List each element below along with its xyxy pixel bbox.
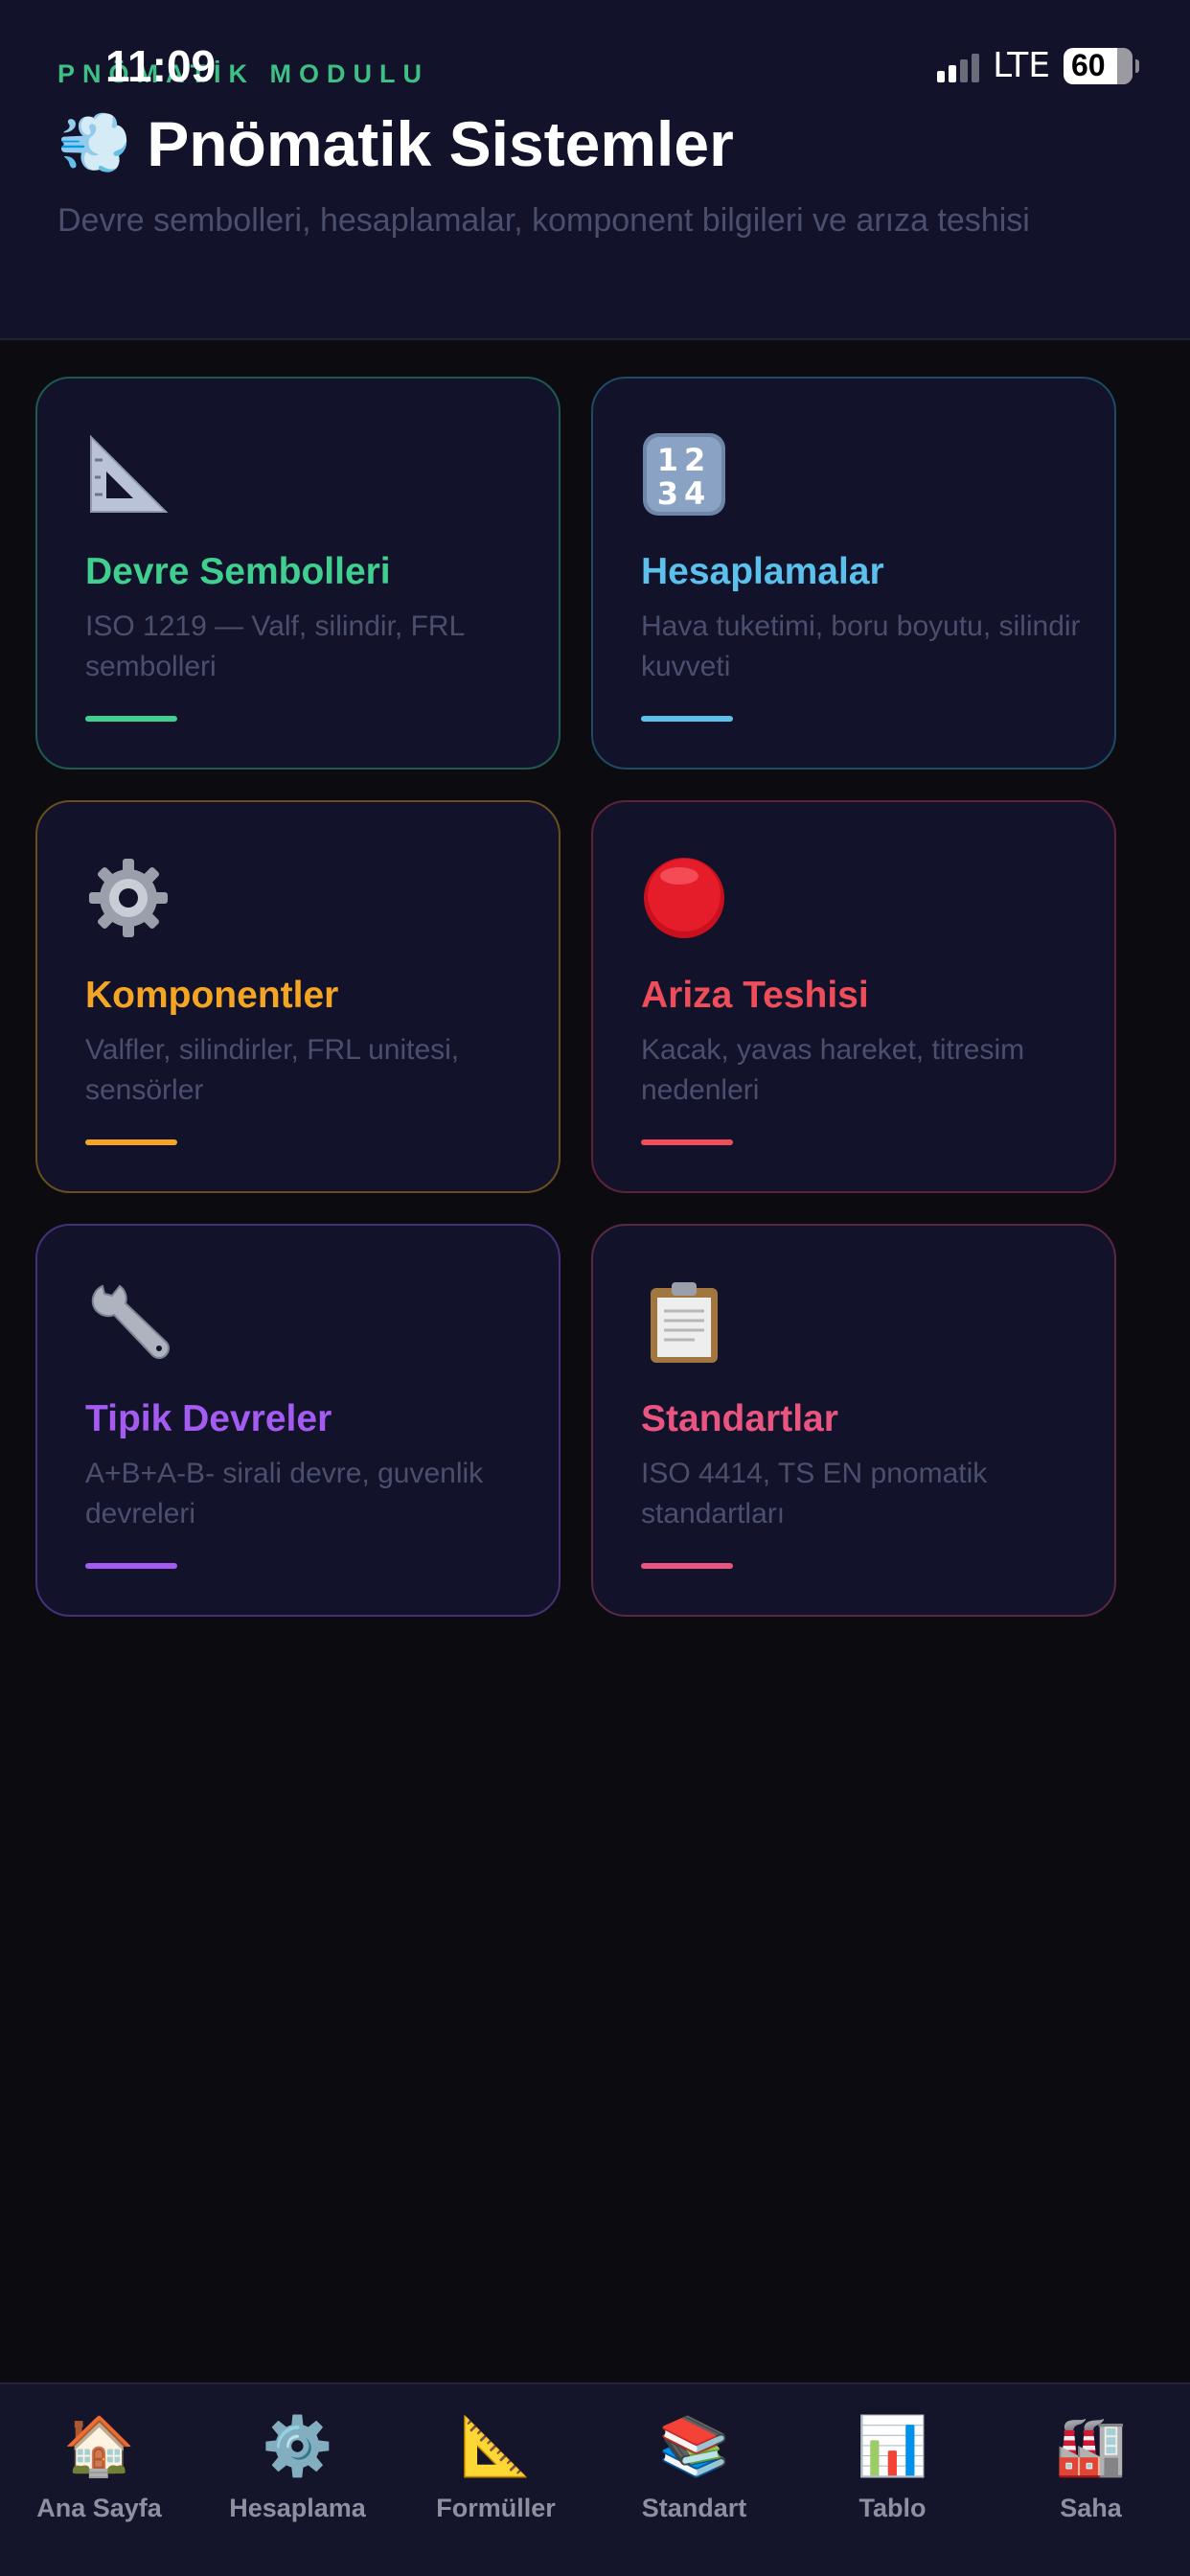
factory-icon: 🏭 bbox=[1055, 2414, 1127, 2478]
triangle-ruler-icon bbox=[90, 434, 169, 513]
svg-text:34: 34 bbox=[657, 475, 712, 512]
card-title: Devre Sembolleri bbox=[85, 551, 391, 592]
status-indicators: LTE 60 bbox=[937, 46, 1139, 85]
bar-chart-icon: 📊 bbox=[857, 2414, 928, 2478]
gear-icon bbox=[89, 859, 168, 937]
card-accent-bar bbox=[85, 716, 177, 722]
nav-label: Ana Sayfa bbox=[36, 2494, 162, 2522]
card-standartlar[interactable]: Standartlar ISO 4414, TS EN pnomatik sta… bbox=[591, 1224, 1116, 1617]
clipboard-icon bbox=[651, 1282, 718, 1363]
nav-item-saha[interactable]: 🏭 Saha bbox=[992, 2384, 1190, 2576]
bottom-nav: 🏠 Ana Sayfa ⚙️ Hesaplama 📐 Formüller 📚 S… bbox=[0, 2382, 1190, 2576]
triangle-ruler-icon: 📐 bbox=[460, 2414, 532, 2478]
svg-text:12: 12 bbox=[657, 442, 712, 478]
card-title: Hesaplamalar bbox=[641, 551, 884, 592]
nav-item-hesaplama[interactable]: ⚙️ Hesaplama bbox=[198, 2384, 397, 2576]
card-accent-bar bbox=[641, 1563, 733, 1569]
header: PNÖMATİK MODULU 11:09 LTE 60 💨 Pnömatik … bbox=[0, 0, 1190, 340]
screen: PNÖMATİK MODULU 11:09 LTE 60 💨 Pnömatik … bbox=[0, 0, 1190, 2576]
nav-item-ana-sayfa[interactable]: 🏠 Ana Sayfa bbox=[0, 2384, 198, 2576]
page-subtitle: Devre sembolleri, hesaplamalar, komponen… bbox=[57, 202, 1030, 239]
wrench-icon bbox=[91, 1284, 170, 1359]
nav-label: Saha bbox=[1060, 2494, 1122, 2522]
card-accent-bar bbox=[85, 1139, 177, 1145]
card-tipik-devreler[interactable]: Tipik Devreler A+B+A-B- sirali devre, gu… bbox=[35, 1224, 561, 1617]
dash-wind-icon: 💨 bbox=[57, 110, 132, 176]
nav-label: Standart bbox=[641, 2494, 747, 2522]
house-icon: 🏠 bbox=[63, 2414, 135, 2478]
red-circle-icon bbox=[644, 858, 724, 938]
card-devre-sembolleri[interactable]: Devre Sembolleri ISO 1219 — Valf, silind… bbox=[35, 377, 561, 770]
battery-icon: 60 bbox=[1064, 47, 1139, 84]
nav-label: Formüller bbox=[436, 2494, 556, 2522]
status-time: 11:09 bbox=[105, 41, 217, 91]
card-hesaplamalar[interactable]: 12 34 Hesaplamalar Hava tuketimi, boru b… bbox=[591, 377, 1116, 770]
card-komponentler[interactable]: Komponentler Valfler, silindirler, FRL u… bbox=[35, 800, 561, 1193]
nav-item-standart[interactable]: 📚 Standart bbox=[595, 2384, 793, 2576]
network-type: LTE bbox=[993, 46, 1050, 85]
card-description: A+B+A-B- sirali devre, guvenlik devreler… bbox=[85, 1458, 484, 1530]
card-description: Valfler, silindirler, FRL unitesi, sensö… bbox=[85, 1034, 460, 1106]
gear-icon: ⚙️ bbox=[262, 2414, 333, 2478]
card-title: Standartlar bbox=[641, 1398, 838, 1439]
signal-icon bbox=[937, 50, 980, 82]
books-icon: 📚 bbox=[658, 2414, 730, 2478]
nav-item-tablo[interactable]: 📊 Tablo bbox=[793, 2384, 992, 2576]
nav-item-formuller[interactable]: 📐 Formüller bbox=[397, 2384, 595, 2576]
battery-empty-portion bbox=[1117, 47, 1133, 84]
card-description: Kacak, yavas hareket, titresim nedenleri bbox=[641, 1034, 1025, 1106]
nav-label: Hesaplama bbox=[229, 2494, 366, 2522]
nav-label: Tablo bbox=[858, 2494, 927, 2522]
card-accent-bar bbox=[641, 1139, 733, 1145]
page-title: Pnömatik Sistemler bbox=[147, 108, 734, 179]
card-ariza-teshisi[interactable]: Ariza Teshisi Kacak, yavas hareket, titr… bbox=[591, 800, 1116, 1193]
card-accent-bar bbox=[641, 716, 733, 722]
card-title: Tipik Devreler bbox=[85, 1398, 332, 1439]
card-accent-bar bbox=[85, 1563, 177, 1569]
card-description: ISO 4414, TS EN pnomatik standartları bbox=[641, 1458, 988, 1530]
page-title-row: 💨 Pnömatik Sistemler bbox=[57, 107, 734, 180]
card-title: Komponentler bbox=[85, 975, 339, 1016]
card-description: ISO 1219 — Valf, silindir, FRL semboller… bbox=[85, 610, 465, 682]
battery-level: 60 bbox=[1071, 48, 1106, 82]
card-description: Hava tuketimi, boru boyutu, silindir kuv… bbox=[641, 610, 1081, 682]
card-title: Ariza Teshisi bbox=[641, 975, 869, 1016]
numbers-1234-icon: 12 34 bbox=[643, 433, 725, 516]
